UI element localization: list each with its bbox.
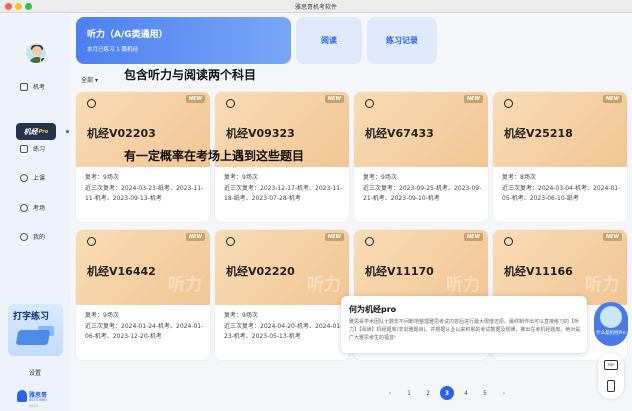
info-tooltip: 何为机经pro 雅思哥学术团队十数年不间断地整理雅思考试内容后进行最大限度还原。… [341, 296, 587, 353]
filter-dropdown[interactable]: 全部 ▾ [81, 75, 98, 84]
card-code: 机经V11166 [504, 265, 573, 278]
title-bar: 雅思哥机考软件 [0, 0, 632, 13]
exam-card[interactable]: NEW 机经V25218 复考：8场次近三次复考：2024-03-04-机考、202… [493, 92, 627, 222]
active-indicator [66, 130, 69, 133]
new-badge: NEW [463, 233, 483, 241]
listening-icon [365, 99, 374, 108]
listening-icon [226, 99, 235, 108]
pagination: ‹ 1 2 3 4 5 › [383, 386, 511, 400]
card-code: 机经V16442 [87, 265, 156, 278]
chevron-down-icon: ▾ [94, 77, 98, 84]
card-review-count: 复考：9场次 [224, 312, 258, 319]
listening-icon [365, 237, 374, 246]
card-review-count: 复考：9场次 [224, 174, 258, 181]
card-history: 近三次复考：2024-03-23-纸考、2023-11-11-机考、2023-0… [85, 185, 204, 202]
sidebar-item-practice[interactable]: 练习 [20, 144, 45, 153]
tab-listening[interactable]: 听力（A/G类通用） 本月已练习 1 篇机经 [76, 17, 291, 64]
avatar[interactable] [25, 42, 47, 64]
page-button[interactable]: 1 [402, 386, 416, 400]
monitor-icon [20, 82, 28, 91]
tab-practice-record[interactable]: 练习记录 [367, 17, 437, 64]
page-button[interactable]: 5 [478, 386, 492, 400]
next-page-button[interactable]: › [497, 386, 511, 400]
new-badge: NEW [463, 95, 483, 103]
floating-toolbar: PDF [598, 353, 624, 399]
annotation-caption: 有一定概率在考场上遇到这些题目 [124, 149, 305, 163]
card-review-count: 复考：9场次 [363, 174, 397, 181]
phone-icon[interactable] [607, 380, 615, 392]
card-code: 机经V67433 [365, 127, 434, 140]
card-code: 机经V02220 [226, 265, 295, 278]
card-history: 近三次复考：2023-09-25-机考、2023-09-21-机考、2023-0… [363, 185, 482, 202]
card-watermark: 听力 [446, 275, 480, 295]
listening-icon [87, 237, 96, 246]
listening-icon [504, 237, 513, 246]
sidebar-item-test-center[interactable]: 考场 [20, 203, 45, 212]
exam-card[interactable]: NEW 机经V02220 听力复考：9场次近三次复考：2024-04-20-机考、2… [215, 230, 349, 360]
listening-icon [504, 99, 513, 108]
brand-logo-icon [17, 390, 27, 402]
tab-reading[interactable]: 阅读 [296, 17, 362, 64]
card-cover: NEW 机经V25218 [493, 92, 627, 167]
card-cover: NEW 机经V67433 [354, 92, 488, 167]
listening-icon [87, 99, 96, 108]
card-cover: NEW 机经V02220 听力 [215, 230, 349, 305]
exam-card[interactable]: NEW 机经V67433 复考：9场次近三次复考：2023-09-25-机考、202… [354, 92, 488, 222]
card-cover: NEW 机经V16442 听力 [76, 230, 210, 305]
card-history: 近三次复考：2023-12-17-机考、2023-11-18-纸考、2023-0… [224, 185, 343, 202]
exam-card[interactable]: NEW 机经V16442 听力复考：9场次近三次复考：2024-01-24-机考、2… [76, 230, 210, 360]
sidebar-item-class[interactable]: 上课 [20, 173, 45, 182]
user-icon [20, 232, 28, 241]
new-badge: NEW [602, 95, 622, 103]
new-badge: NEW [602, 233, 622, 241]
new-badge: NEW [324, 95, 344, 103]
practice-icon [20, 144, 28, 153]
page-button[interactable]: 4 [459, 386, 473, 400]
card-watermark: 听力 [168, 275, 202, 295]
annotation-caption: 包含听力与阅读两个科目 [124, 68, 257, 82]
chat-icon [20, 203, 28, 212]
card-watermark: 听力 [307, 275, 341, 295]
card-review-count: 复考：9场次 [85, 174, 119, 181]
pdf-button[interactable]: PDF [604, 360, 618, 370]
card-code: 机经V02203 [87, 127, 156, 140]
sidebar-item-jijing-pro[interactable]: 机经 Pro [16, 123, 56, 140]
keyboard-illustration [15, 330, 51, 345]
card-review-count: 复考：8场次 [502, 174, 536, 181]
assistant-avatar-icon [600, 306, 622, 328]
new-badge: NEW [185, 95, 205, 103]
card-code: 机经V25218 [504, 127, 573, 140]
card-watermark: 听力 [585, 275, 619, 295]
page-button-current[interactable]: 3 [440, 386, 454, 400]
sidebar: 机考 机经 Pro 练习 上课 考场 我的 打字练习 设置 雅思哥 IELTS … [0, 14, 70, 411]
settings-button[interactable]: 设置 [0, 368, 70, 377]
listening-icon [226, 237, 235, 246]
sidebar-item-mine[interactable]: 我的 [20, 232, 45, 241]
app-window: 雅思哥机考软件 机考 机经 Pro 练习 上课 考场 我的 打字练习 设置 雅思… [0, 0, 632, 411]
card-code: 机经V11170 [365, 265, 434, 278]
card-history: 近三次复考：2024-03-04-机考、2024-01-05-机考、2023-0… [502, 185, 621, 202]
new-badge: NEW [324, 233, 344, 241]
clock-icon [20, 173, 28, 182]
card-history: 近三次复考：2024-01-24-机考、2024-01-06-机考、2023-1… [85, 323, 204, 340]
card-review-count: 复考：9场次 [85, 312, 119, 319]
card-code: 机经V09323 [226, 127, 295, 140]
card-history: 近三次复考：2024-04-20-机考、2024-01-23-机考、2023-0… [224, 323, 343, 340]
assistant-button[interactable]: 什么是机经Pro [594, 302, 628, 346]
page-button[interactable]: 2 [421, 386, 435, 400]
typing-practice-banner[interactable]: 打字练习 [8, 304, 63, 356]
window-title: 雅思哥机考软件 [294, 4, 337, 11]
card-cover: NEW 机经V11166 听力 [493, 230, 627, 305]
prev-page-button[interactable]: ‹ [383, 386, 397, 400]
camera-badge-icon [40, 57, 46, 63]
brand-logo: 雅思哥 IELTS BRO 2024 [17, 388, 55, 410]
card-cover: NEW 机经V11170 听力 [354, 230, 488, 305]
new-badge: NEW [185, 233, 205, 241]
sidebar-item-exam[interactable]: 机考 [20, 82, 45, 91]
